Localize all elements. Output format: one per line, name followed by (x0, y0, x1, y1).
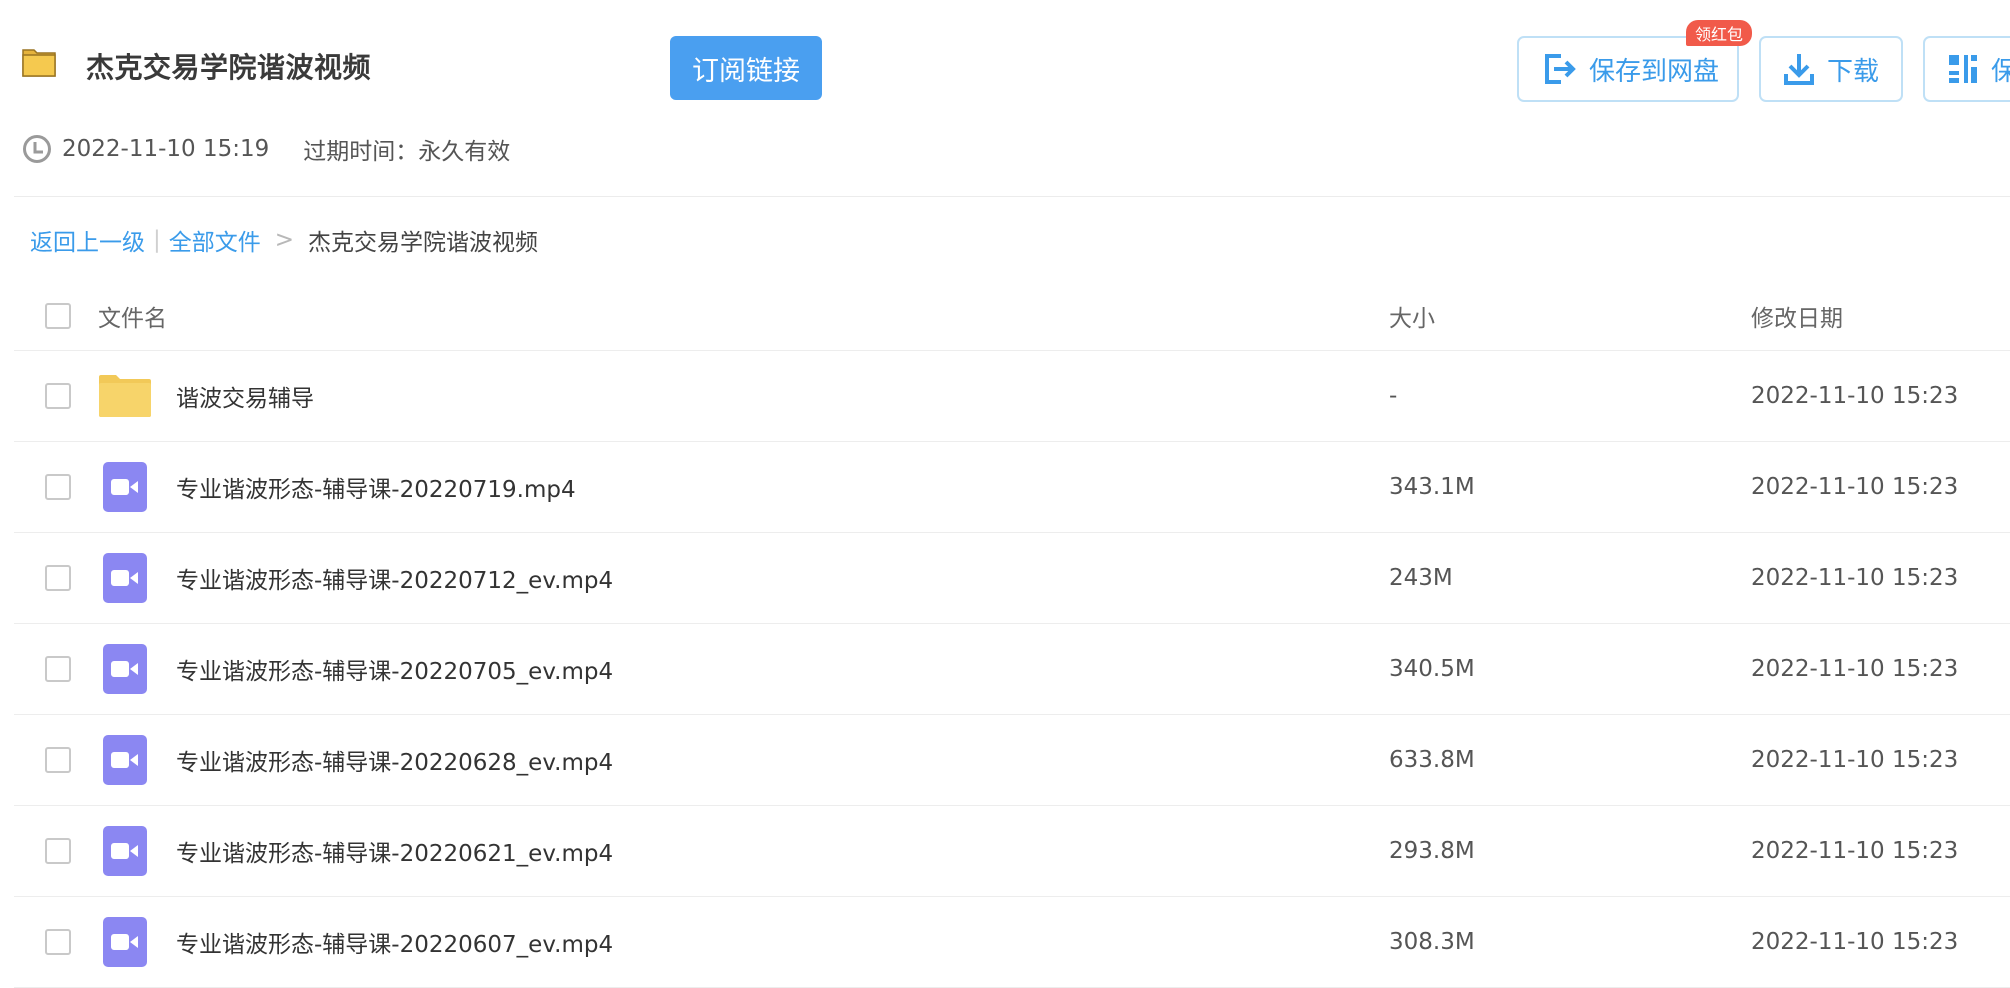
table-row[interactable]: 专业谐波形态-辅导课-20220628_ev.mp4 633.8M 2022-1… (14, 715, 2010, 806)
row-checkbox[interactable] (45, 656, 71, 682)
video-file-icon (98, 553, 152, 603)
file-name[interactable]: 谐波交易辅导 (176, 379, 314, 413)
file-name-cell: 专业谐波形态-辅导课-20220628_ev.mp4 (98, 735, 613, 785)
file-size: 340.5M (1389, 656, 1475, 682)
row-checkbox[interactable] (45, 474, 71, 500)
all-files-link[interactable]: 全部文件 (169, 223, 261, 257)
created-time: 2022-11-10 15:19 (62, 136, 270, 162)
share-title: 杰克交易学院谐波视频 (86, 51, 372, 84)
divider (14, 196, 2010, 197)
breadcrumb-arrow: > (274, 227, 295, 253)
file-date: 2022-11-10 15:23 (1751, 383, 1959, 409)
table-row[interactable]: 谐波交易辅导 - 2022-11-10 15:23 (14, 351, 2010, 442)
breadcrumb-separator: | (153, 227, 161, 253)
qrcode-icon (1949, 55, 1977, 83)
expire-time: 过期时间：永久有效 (303, 139, 511, 165)
table-row[interactable]: 专业谐波形态-辅导课-20220705_ev.mp4 340.5M 2022-1… (14, 624, 2010, 715)
file-date: 2022-11-10 15:23 (1751, 838, 1959, 864)
save-qrcode-button[interactable]: 保 (1923, 36, 2010, 102)
breadcrumb: 返回上一级 | 全部文件 > 杰克交易学院谐波视频 (30, 223, 538, 257)
folder-icon (22, 49, 56, 77)
row-checkbox[interactable] (45, 383, 71, 409)
table-row[interactable]: 专业谐波形态-辅导课-20220719.mp4 343.1M 2022-11-1… (14, 442, 2010, 533)
download-label: 下载 (1827, 56, 1880, 87)
file-size: 633.8M (1389, 747, 1475, 773)
row-checkbox[interactable] (45, 929, 71, 955)
file-name[interactable]: 专业谐波形态-辅导课-20220628_ev.mp4 (176, 743, 613, 777)
file-name-cell: 谐波交易辅导 (98, 372, 314, 420)
table-row[interactable]: 专业谐波形态-辅导课-20220712_ev.mp4 243M 2022-11-… (14, 533, 2010, 624)
file-date: 2022-11-10 15:23 (1751, 656, 1959, 682)
file-name-cell: 专业谐波形态-辅导课-20220621_ev.mp4 (98, 826, 613, 876)
row-checkbox[interactable] (45, 565, 71, 591)
table-header: 文件名 大小 修改日期 (14, 282, 2010, 351)
file-date: 2022-11-10 15:23 (1751, 747, 1959, 773)
header-size[interactable]: 大小 (1389, 299, 1435, 333)
header-name[interactable]: 文件名 (98, 299, 167, 333)
video-file-icon (98, 462, 152, 512)
file-date: 2022-11-10 15:23 (1751, 474, 1959, 500)
video-file-icon (98, 917, 152, 967)
download-icon (1784, 54, 1814, 85)
row-checkbox[interactable] (45, 838, 71, 864)
share-meta: 2022-11-10 15:19 过期时间：永久有效 (22, 132, 510, 166)
file-date: 2022-11-10 15:23 (1751, 565, 1959, 591)
breadcrumb-current: 杰克交易学院谐波视频 (308, 230, 539, 256)
video-file-icon (98, 644, 152, 694)
save-icon (1545, 54, 1576, 84)
red-packet-badge[interactable]: 领红包 (1686, 20, 1753, 46)
file-table: 文件名 大小 修改日期 谐波交易辅导 - 2022-11-10 15:23 专业… (14, 282, 2010, 988)
download-button[interactable]: 下载 (1759, 36, 1903, 102)
file-size: 308.3M (1389, 929, 1475, 955)
file-name-cell: 专业谐波形态-辅导课-20220719.mp4 (98, 462, 576, 512)
row-checkbox[interactable] (45, 747, 71, 773)
file-name[interactable]: 专业谐波形态-辅导课-20220712_ev.mp4 (176, 561, 613, 595)
select-all-checkbox[interactable] (45, 303, 71, 329)
file-size: - (1389, 383, 1398, 409)
header-date[interactable]: 修改日期 (1751, 299, 1843, 333)
file-size: 243M (1389, 565, 1453, 591)
subscribe-link-button[interactable]: 订阅链接 (670, 36, 822, 100)
file-name-cell: 专业谐波形态-辅导课-20220607_ev.mp4 (98, 917, 613, 967)
file-name-cell: 专业谐波形态-辅导课-20220705_ev.mp4 (98, 644, 613, 694)
file-name[interactable]: 专业谐波形态-辅导课-20220621_ev.mp4 (176, 834, 613, 868)
file-name[interactable]: 专业谐波形态-辅导课-20220705_ev.mp4 (176, 652, 613, 686)
file-name-cell: 专业谐波形态-辅导课-20220712_ev.mp4 (98, 553, 613, 603)
back-link[interactable]: 返回上一级 (30, 223, 145, 257)
video-file-icon (98, 735, 152, 785)
table-row[interactable]: 专业谐波形态-辅导课-20220621_ev.mp4 293.8M 2022-1… (14, 806, 2010, 897)
clock-icon (23, 135, 51, 163)
file-size: 343.1M (1389, 474, 1475, 500)
file-name[interactable]: 专业谐波形态-辅导课-20220719.mp4 (176, 470, 576, 504)
file-name[interactable]: 专业谐波形态-辅导课-20220607_ev.mp4 (176, 925, 613, 959)
video-file-icon (98, 826, 152, 876)
file-size: 293.8M (1389, 838, 1475, 864)
save-qrcode-label: 保 (1991, 56, 2010, 87)
folder-icon (98, 372, 152, 420)
table-row[interactable]: 专业谐波形态-辅导课-20220607_ev.mp4 308.3M 2022-1… (14, 897, 2010, 988)
share-header: 杰克交易学院谐波视频 订阅链接 保存到网盘 领红包 下载 保 2022-11-1… (0, 0, 2010, 200)
save-to-drive-label: 保存到网盘 (1589, 56, 1720, 87)
file-date: 2022-11-10 15:23 (1751, 929, 1959, 955)
